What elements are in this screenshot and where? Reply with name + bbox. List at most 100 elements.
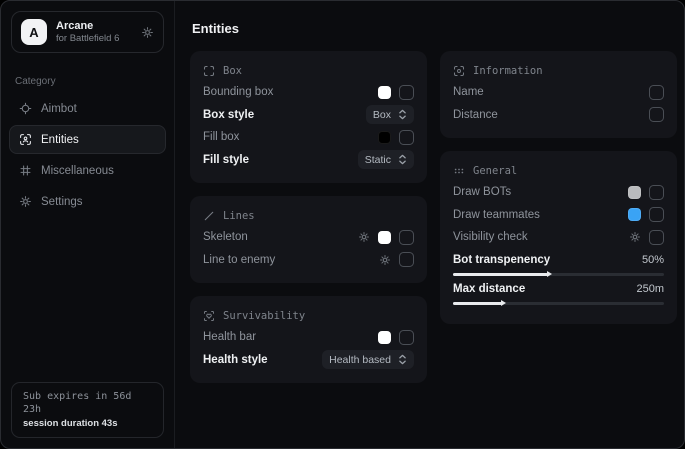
sidebar: A Arcane for Battlefield 6 Category (1, 1, 175, 448)
panel-header: Box (203, 61, 414, 81)
panel-lines: Lines Skeleton (190, 196, 427, 283)
diagonal-line-icon (203, 210, 215, 222)
sidebar-item-label: Miscellaneous (41, 165, 114, 177)
slider-fill (453, 302, 502, 305)
setting-row-bounding-box: Bounding box (203, 81, 414, 104)
checkbox[interactable] (399, 230, 414, 245)
setting-row-distance: Distance (453, 104, 664, 127)
setting-row-bot-transparency: Bot transpenency 50% (453, 254, 664, 276)
sidebar-item-label: Aimbot (41, 103, 77, 115)
setting-label: Health style (203, 354, 268, 366)
gear-icon[interactable] (358, 231, 370, 243)
checkbox[interactable] (399, 330, 414, 345)
sidebar-nav: Aimbot Entities Miscellaneous (9, 94, 166, 216)
panel-title: Box (223, 65, 242, 77)
setting-row-fill-box: Fill box (203, 126, 414, 149)
gear-icon[interactable] (141, 26, 154, 39)
bot-transparency-slider[interactable] (453, 273, 664, 276)
panel-header: Survivability (203, 306, 414, 326)
setting-row-fill-style: Fill style Static (203, 149, 414, 172)
account-subtitle: for Battlefield 6 (56, 34, 119, 44)
chevron-up-down-icon (398, 354, 407, 365)
setting-row-visibility-check: Visibility check (453, 226, 664, 249)
max-distance-slider[interactable] (453, 302, 664, 305)
select-value: Health based (329, 354, 391, 366)
checkbox[interactable] (649, 107, 664, 122)
sidebar-item-entities[interactable]: Entities (9, 125, 166, 154)
setting-label: Distance (453, 109, 498, 121)
info-scan-icon (453, 65, 465, 77)
setting-label: Skeleton (203, 231, 248, 243)
sidebar-item-settings[interactable]: Settings (9, 187, 166, 216)
color-swatch[interactable] (378, 86, 391, 99)
setting-label: Line to enemy (203, 254, 275, 266)
setting-label: Box style (203, 109, 254, 121)
box-style-select[interactable]: Box (366, 105, 414, 124)
session-duration-text: session duration 43s (23, 418, 152, 429)
setting-label: Name (453, 86, 484, 98)
setting-label: Visibility check (453, 231, 528, 243)
panel-title: General (473, 165, 517, 177)
gear-icon[interactable] (379, 254, 391, 266)
panel-title: Survivability (223, 310, 305, 322)
main-content: Entities Box Bounding box (175, 1, 684, 448)
color-swatch[interactable] (378, 131, 391, 144)
health-style-select[interactable]: Health based (322, 350, 414, 369)
sidebar-item-label: Entities (41, 134, 79, 146)
sidebar-item-miscellaneous[interactable]: Miscellaneous (9, 156, 166, 185)
setting-row-max-distance: Max distance 250m (453, 283, 664, 305)
chevron-up-down-icon (398, 109, 407, 120)
account-text: Arcane for Battlefield 6 (56, 21, 119, 44)
checkbox[interactable] (399, 85, 414, 100)
setting-label: Draw teammates (453, 209, 540, 221)
panel-survivability: Survivability Health bar Health style He… (190, 296, 427, 383)
slider-value: 250m (636, 283, 664, 295)
setting-row-health-style: Health style Health based (203, 349, 414, 372)
slider-value: 50% (642, 254, 664, 266)
checkbox[interactable] (649, 207, 664, 222)
checkbox[interactable] (649, 85, 664, 100)
panel-box: Box Bounding box Box style Box (190, 51, 427, 183)
sidebar-item-aimbot[interactable]: Aimbot (9, 94, 166, 123)
page-title: Entities (192, 21, 669, 36)
panel-title: Information (473, 65, 543, 77)
crosshair-icon (19, 102, 32, 115)
gear-icon[interactable] (629, 231, 641, 243)
setting-label: Fill style (203, 154, 249, 166)
entity-scan-icon (19, 133, 32, 146)
setting-row-box-style: Box style Box (203, 104, 414, 127)
fill-style-select[interactable]: Static (358, 150, 414, 169)
avatar: A (21, 19, 47, 45)
panel-information: Information Name Distance (440, 51, 677, 138)
setting-row-draw-bots: Draw BOTs (453, 181, 664, 204)
sub-expiry-text: Sub expires in 56d 23h (23, 390, 152, 416)
chevron-up-down-icon (398, 154, 407, 165)
panel-general: General Draw BOTs Draw teammates (440, 151, 677, 324)
panel-header: Information (453, 61, 664, 81)
checkbox[interactable] (649, 230, 664, 245)
color-swatch[interactable] (378, 231, 391, 244)
setting-row-skeleton: Skeleton (203, 226, 414, 249)
setting-label: Bot transpenency (453, 254, 550, 266)
app-window: A Arcane for Battlefield 6 Category (0, 0, 685, 449)
color-swatch[interactable] (628, 186, 641, 199)
setting-label: Draw BOTs (453, 186, 511, 198)
color-swatch[interactable] (628, 208, 641, 221)
left-column: Box Bounding box Box style Box (190, 51, 427, 383)
account-title: Arcane (56, 21, 119, 32)
sidebar-item-label: Settings (41, 196, 83, 208)
setting-row-line-to-enemy: Line to enemy (203, 249, 414, 272)
category-label: Category (15, 76, 160, 87)
select-value: Box (373, 109, 391, 121)
setting-label: Max distance (453, 283, 525, 295)
select-value: Static (365, 154, 391, 166)
color-swatch[interactable] (378, 331, 391, 344)
checkbox[interactable] (399, 130, 414, 145)
setting-label: Fill box (203, 131, 239, 143)
slider-fill (453, 273, 548, 276)
checkbox[interactable] (649, 185, 664, 200)
checkbox[interactable] (399, 252, 414, 267)
setting-row-draw-teammates: Draw teammates (453, 204, 664, 227)
grid-hash-icon (19, 164, 32, 177)
setting-label: Health bar (203, 331, 256, 343)
